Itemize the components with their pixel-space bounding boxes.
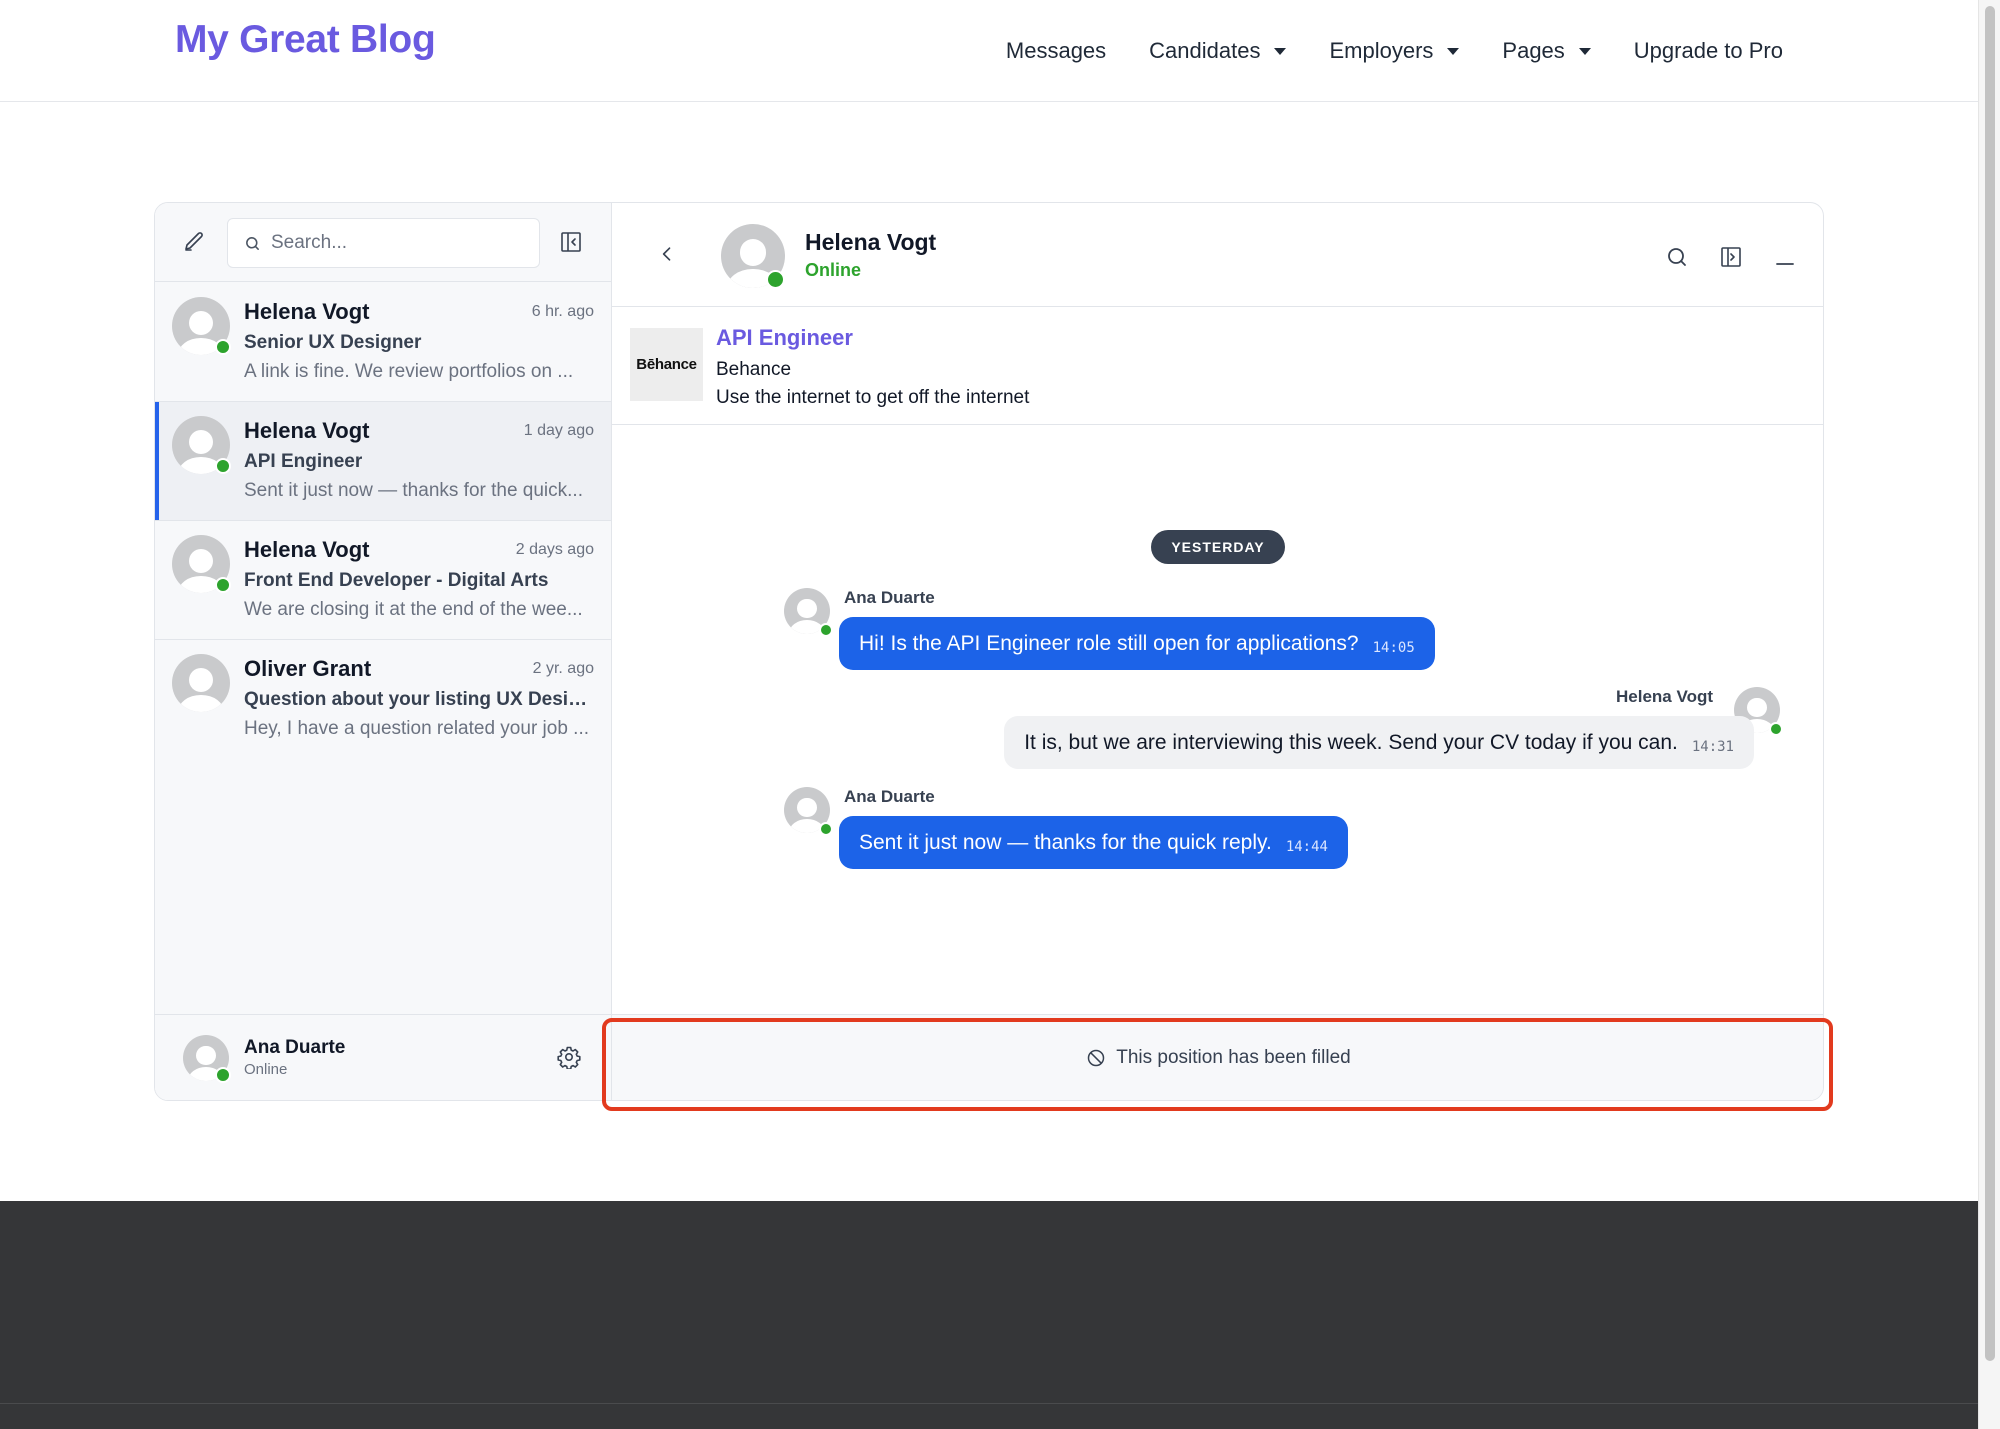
nav-pages-label: Pages xyxy=(1502,38,1565,63)
conversation-time: 2 yr. ago xyxy=(532,660,594,677)
site-logo[interactable]: My Great Blog xyxy=(175,18,436,62)
message-bubble[interactable]: Sent it just now — thanks for the quick … xyxy=(839,816,1348,869)
search-input[interactable] xyxy=(271,232,531,254)
job-listing-card: Bēhance API Engineer Behance Use the int… xyxy=(612,308,1823,425)
conversation-item-active[interactable]: Helena Vogt 1 day ago API Engineer Sent … xyxy=(155,402,611,521)
online-status-dot xyxy=(215,339,231,355)
online-status-dot xyxy=(819,623,833,637)
day-separator: YESTERDAY xyxy=(1151,530,1285,564)
sidebar-toolbar xyxy=(155,203,611,282)
conversation-subject: Question about your listing UX Desig... xyxy=(244,689,594,710)
online-status-dot xyxy=(819,822,833,836)
nav-employers-label: Employers xyxy=(1329,38,1434,63)
site-footer xyxy=(0,1201,1978,1429)
search-icon xyxy=(246,236,259,250)
conversation-name: Helena Vogt xyxy=(244,299,370,324)
message-sender: Ana Duarte xyxy=(844,787,935,806)
conversation-sidebar: Helena Vogt 6 hr. ago Senior UX Designer… xyxy=(155,203,612,1100)
message-bubble[interactable]: Hi! Is the API Engineer role still open … xyxy=(839,617,1435,670)
current-user-status: Online xyxy=(244,1061,288,1078)
conversation-item[interactable]: Oliver Grant 2 yr. ago Question about yo… xyxy=(155,640,611,759)
position-filled-notice: This position has been filled xyxy=(612,1014,1823,1100)
minimize-icon[interactable] xyxy=(1771,243,1799,271)
footer-divider xyxy=(0,1403,1978,1404)
message-text: Sent it just now — thanks for the quick … xyxy=(859,830,1272,854)
message-bubble[interactable]: It is, but we are interviewing this week… xyxy=(1004,716,1754,769)
nav-upgrade-label: Upgrade to Pro xyxy=(1633,38,1783,63)
conversation-list: Helena Vogt 6 hr. ago Senior UX Designer… xyxy=(155,283,611,759)
conversation-item[interactable]: Helena Vogt 2 days ago Front End Develop… xyxy=(155,521,611,640)
compose-icon[interactable] xyxy=(179,227,209,257)
settings-gear-icon[interactable] xyxy=(554,1042,584,1072)
site-header: My Great Blog Messages Candidates Employ… xyxy=(0,0,1978,102)
conversation-name: Helena Vogt xyxy=(244,537,370,562)
conversation-subject: Senior UX Designer xyxy=(244,332,422,353)
nav-upgrade[interactable]: Upgrade to Pro xyxy=(1634,38,1783,64)
nav-messages-label: Messages xyxy=(1005,38,1107,63)
search-field[interactable] xyxy=(227,218,540,268)
nav-messages[interactable]: Messages xyxy=(1006,38,1106,64)
job-title-link[interactable]: API Engineer xyxy=(716,325,853,351)
conversation-preview: We are closing it at the end of the wee.… xyxy=(244,599,583,620)
online-status-dot xyxy=(215,458,231,474)
message-sender: Helena Vogt xyxy=(1616,687,1713,706)
message-text: It is, but we are interviewing this week… xyxy=(1024,730,1678,754)
online-status-dot xyxy=(766,270,785,289)
page-scrollbar[interactable] xyxy=(1978,0,2000,1429)
message-time: 14:31 xyxy=(1691,738,1734,755)
ban-icon xyxy=(1088,1049,1105,1066)
nav-employers[interactable]: Employers xyxy=(1329,38,1460,64)
chevron-left-icon[interactable] xyxy=(652,239,682,269)
conversation-name: Oliver Grant xyxy=(244,656,372,681)
online-status-dot xyxy=(1769,722,1783,736)
chat-header: Helena Vogt Online xyxy=(612,203,1823,307)
peer-name[interactable]: Helena Vogt xyxy=(805,229,936,256)
online-status-dot xyxy=(215,1067,231,1083)
main-nav: Messages Candidates Employers Pages Upgr… xyxy=(1006,38,1783,64)
conversation-time: 6 hr. ago xyxy=(531,303,594,320)
conversation-name: Helena Vogt xyxy=(244,418,370,443)
caret-down-icon xyxy=(1274,47,1287,55)
conversation-subject: API Engineer xyxy=(244,451,363,472)
company-logo: Bēhance xyxy=(630,328,703,401)
conversation-preview: A link is fine. We review portfolios on … xyxy=(244,361,574,382)
caret-down-icon xyxy=(1578,47,1591,55)
conversation-subject: Front End Developer - Digital Arts xyxy=(244,570,549,591)
current-user-name: Ana Duarte xyxy=(244,1037,346,1058)
collapse-sidebar-icon[interactable] xyxy=(556,227,586,257)
conversation-item[interactable]: Helena Vogt 6 hr. ago Senior UX Designer… xyxy=(155,283,611,402)
current-user-bar: Ana Duarte Online xyxy=(155,1014,611,1100)
nav-candidates-label: Candidates xyxy=(1149,38,1261,63)
conversation-preview: Sent it just now — thanks for the quick.… xyxy=(244,480,583,501)
conversation-time: 1 day ago xyxy=(523,422,594,439)
scrollbar-thumb[interactable] xyxy=(1985,6,1995,1361)
message-time: 14:44 xyxy=(1285,838,1328,855)
message-time: 14:05 xyxy=(1372,639,1415,656)
conversation-preview: Hey, I have a question related your job … xyxy=(244,718,590,739)
side-panel-icon[interactable] xyxy=(1717,243,1745,271)
nav-pages[interactable]: Pages xyxy=(1502,38,1591,64)
search-icon[interactable] xyxy=(1663,243,1691,271)
nav-candidates[interactable]: Candidates xyxy=(1149,38,1287,64)
message-sender: Ana Duarte xyxy=(844,588,935,607)
online-status-dot xyxy=(215,577,231,593)
job-tagline: Use the internet to get off the internet xyxy=(716,387,1030,408)
peer-status: Online xyxy=(805,260,862,280)
conversation-main: Helena Vogt Online Bēhance API Engineer … xyxy=(612,203,1823,1100)
position-filled-text: This position has been filled xyxy=(1116,1046,1351,1068)
caret-down-icon xyxy=(1447,47,1460,55)
job-company: Behance xyxy=(716,359,792,380)
avatar xyxy=(172,654,230,712)
message-text: Hi! Is the API Engineer role still open … xyxy=(859,631,1359,655)
conversation-time: 2 days ago xyxy=(515,541,594,558)
messenger-panel: Helena Vogt 6 hr. ago Senior UX Designer… xyxy=(154,202,1824,1101)
